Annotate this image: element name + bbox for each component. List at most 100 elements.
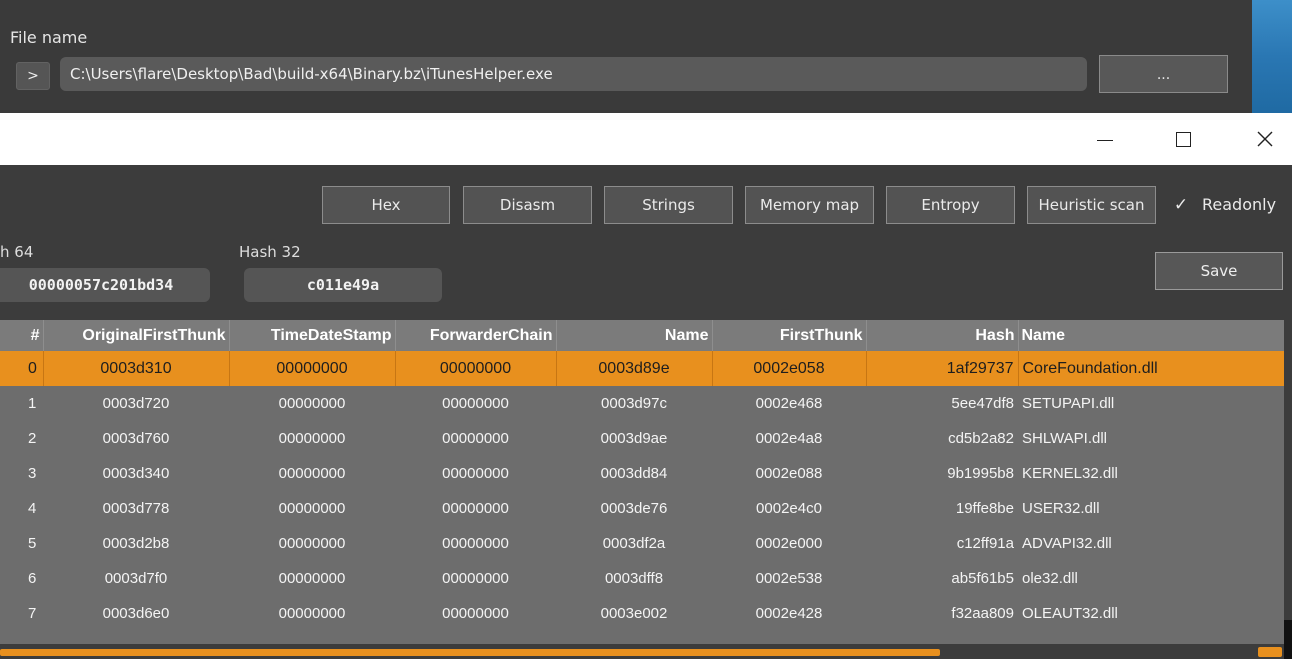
table-row[interactable]: 7 0003d6e0 00000000 00000000 0003e002 0002e42… — [0, 596, 1284, 631]
cell-name-rva: 0003dff8 — [604, 570, 664, 587]
cell-dll-name: KERNEL32.dll — [1022, 465, 1118, 482]
import-grid: # OriginalFirstThunk TimeDateStamp Forwa… — [0, 320, 1284, 631]
cell-first-thunk: 0002e4c0 — [756, 500, 822, 517]
scroll-end-handle[interactable] — [1258, 647, 1282, 657]
column-header-hash[interactable]: Hash — [866, 320, 1019, 351]
maximize-icon — [1175, 131, 1191, 147]
cell-hash: 1af29737 — [866, 351, 1019, 386]
cell-original-first-thunk: 0003d6e0 — [102, 605, 170, 622]
cell-index: 6 — [28, 570, 37, 587]
table-body: 0 0003d310 00000000 00000000 0003d89e 0002e05… — [0, 351, 1284, 631]
desktop-background-strip — [1252, 0, 1292, 113]
column-header-name-rva[interactable]: Name — [556, 320, 713, 351]
hex-button[interactable]: Hex — [322, 186, 450, 224]
save-button[interactable]: Save — [1155, 252, 1283, 290]
entropy-button[interactable]: Entropy — [886, 186, 1015, 224]
cell-time-date-stamp: 00000000 — [278, 570, 346, 587]
cell-first-thunk: 0002e468 — [755, 395, 823, 412]
cell-original-first-thunk: 0003d340 — [102, 465, 170, 482]
cell-hash: 19ffe8be — [955, 500, 1014, 517]
minimize-button[interactable] — [1082, 113, 1128, 165]
cell-time-date-stamp: 00000000 — [278, 605, 346, 622]
cell-forwarder-chain: 00000000 — [442, 570, 509, 587]
cell-forwarder-chain: 00000000 — [442, 605, 509, 622]
minimize-icon — [1097, 139, 1113, 141]
table-row[interactable]: 3 0003d340 00000000 00000000 0003dd84 0002e08… — [0, 456, 1284, 491]
cell-first-thunk: 0002e058 — [712, 351, 867, 386]
maximize-button[interactable] — [1160, 113, 1206, 165]
cell-hash: 5ee47df8 — [951, 395, 1014, 412]
cell-forwarder-chain: 00000000 — [442, 430, 509, 447]
column-header-time-date-stamp[interactable]: TimeDateStamp — [229, 320, 396, 351]
cell-time-date-stamp: 00000000 — [229, 351, 396, 386]
cell-index: 2 — [28, 430, 37, 447]
readonly-label: Readonly — [1202, 195, 1277, 214]
cell-dll-name: SETUPAPI.dll — [1022, 395, 1115, 412]
column-header-original-first-thunk[interactable]: OriginalFirstThunk — [43, 320, 230, 351]
cell-dll-name: ole32.dll — [1022, 570, 1078, 587]
cell-index: 0 — [0, 351, 44, 386]
prompt-button[interactable]: > — [16, 62, 50, 90]
cell-forwarder-chain: 00000000 — [442, 465, 509, 482]
table-row[interactable]: 5 0003d2b8 00000000 00000000 0003df2a 0002e00… — [0, 526, 1284, 561]
cell-original-first-thunk: 0003d720 — [102, 395, 170, 412]
memory-map-button[interactable]: Memory map — [745, 186, 874, 224]
cell-index: 4 — [28, 500, 37, 517]
cell-dll-name: ADVAPI32.dll — [1022, 535, 1112, 552]
column-header-forwarder-chain[interactable]: ForwarderChain — [395, 320, 557, 351]
column-header-name[interactable]: Name — [1018, 320, 1284, 351]
cell-forwarder-chain: 00000000 — [442, 500, 509, 517]
hash64-label: h 64 — [0, 243, 34, 261]
close-button[interactable] — [1242, 113, 1288, 165]
table-row[interactable]: 2 0003d760 00000000 00000000 0003d9ae 0002e4a… — [0, 421, 1284, 456]
window-titlebar — [0, 113, 1292, 165]
column-header-first-thunk[interactable]: FirstThunk — [712, 320, 867, 351]
table-header-row: # OriginalFirstThunk TimeDateStamp Forwa… — [0, 320, 1284, 351]
table-row[interactable]: 6 0003d7f0 00000000 00000000 0003dff8 0002e53… — [0, 561, 1284, 596]
cell-time-date-stamp: 00000000 — [278, 500, 346, 517]
heuristic-scan-button[interactable]: Heuristic scan — [1027, 186, 1156, 224]
cell-original-first-thunk: 0003d778 — [102, 500, 170, 517]
cell-first-thunk: 0002e428 — [755, 605, 823, 622]
cell-index: 5 — [28, 535, 37, 552]
hash64-field[interactable]: 00000057c201bd34 — [0, 268, 210, 302]
cell-hash: 9b1995b8 — [947, 465, 1014, 482]
cell-name-rva: 0003dd84 — [600, 465, 668, 482]
cell-original-first-thunk: 0003d2b8 — [102, 535, 170, 552]
cell-first-thunk: 0002e538 — [755, 570, 823, 587]
table-row[interactable]: 0 0003d310 00000000 00000000 0003d89e 0002e05… — [0, 351, 1284, 386]
column-header-index[interactable]: # — [0, 320, 44, 351]
file-name-label: File name — [10, 28, 88, 47]
close-icon — [1257, 131, 1273, 147]
hash32-label: Hash 32 — [239, 243, 301, 261]
disasm-button[interactable]: Disasm — [463, 186, 592, 224]
file-path-field[interactable]: C:\Users\flare\Desktop\Bad\build-x64\Bin… — [60, 57, 1087, 91]
cell-time-date-stamp: 00000000 — [278, 465, 346, 482]
readonly-checkbox[interactable]: ✓ — [1169, 193, 1193, 217]
cell-forwarder-chain: 00000000 — [395, 351, 557, 386]
import-table-panel: Hex Disasm Strings Memory map Entropy He… — [0, 165, 1292, 659]
cell-index: 7 — [28, 605, 37, 622]
cell-hash: ab5f61b5 — [951, 570, 1014, 587]
cell-index: 1 — [28, 395, 37, 412]
cell-dll-name: SHLWAPI.dll — [1022, 430, 1108, 447]
import-table[interactable]: # OriginalFirstThunk TimeDateStamp Forwa… — [0, 320, 1284, 644]
cell-dll-name: OLEAUT32.dll — [1022, 605, 1118, 622]
browse-button[interactable]: ... — [1099, 55, 1228, 93]
cell-index: 3 — [28, 465, 37, 482]
hash32-field[interactable]: c011e49a — [244, 268, 442, 302]
table-row[interactable]: 4 0003d778 00000000 00000000 0003de76 0002e4c… — [0, 491, 1284, 526]
cell-hash: f32aa809 — [951, 605, 1014, 622]
cell-time-date-stamp: 00000000 — [278, 395, 346, 412]
cell-original-first-thunk: 0003d7f0 — [104, 570, 168, 587]
cell-name-rva: 0003e002 — [600, 605, 668, 622]
table-row[interactable]: 1 0003d720 00000000 00000000 0003d97c 0002e46… — [0, 386, 1284, 421]
cell-first-thunk: 0002e088 — [755, 465, 823, 482]
cell-original-first-thunk: 0003d310 — [43, 351, 230, 386]
horizontal-scroll-thumb[interactable] — [0, 649, 940, 656]
cell-forwarder-chain: 00000000 — [442, 535, 509, 552]
cell-time-date-stamp: 00000000 — [278, 535, 346, 552]
cell-original-first-thunk: 0003d760 — [102, 430, 170, 447]
cell-hash: cd5b2a82 — [948, 430, 1014, 447]
strings-button[interactable]: Strings — [604, 186, 733, 224]
